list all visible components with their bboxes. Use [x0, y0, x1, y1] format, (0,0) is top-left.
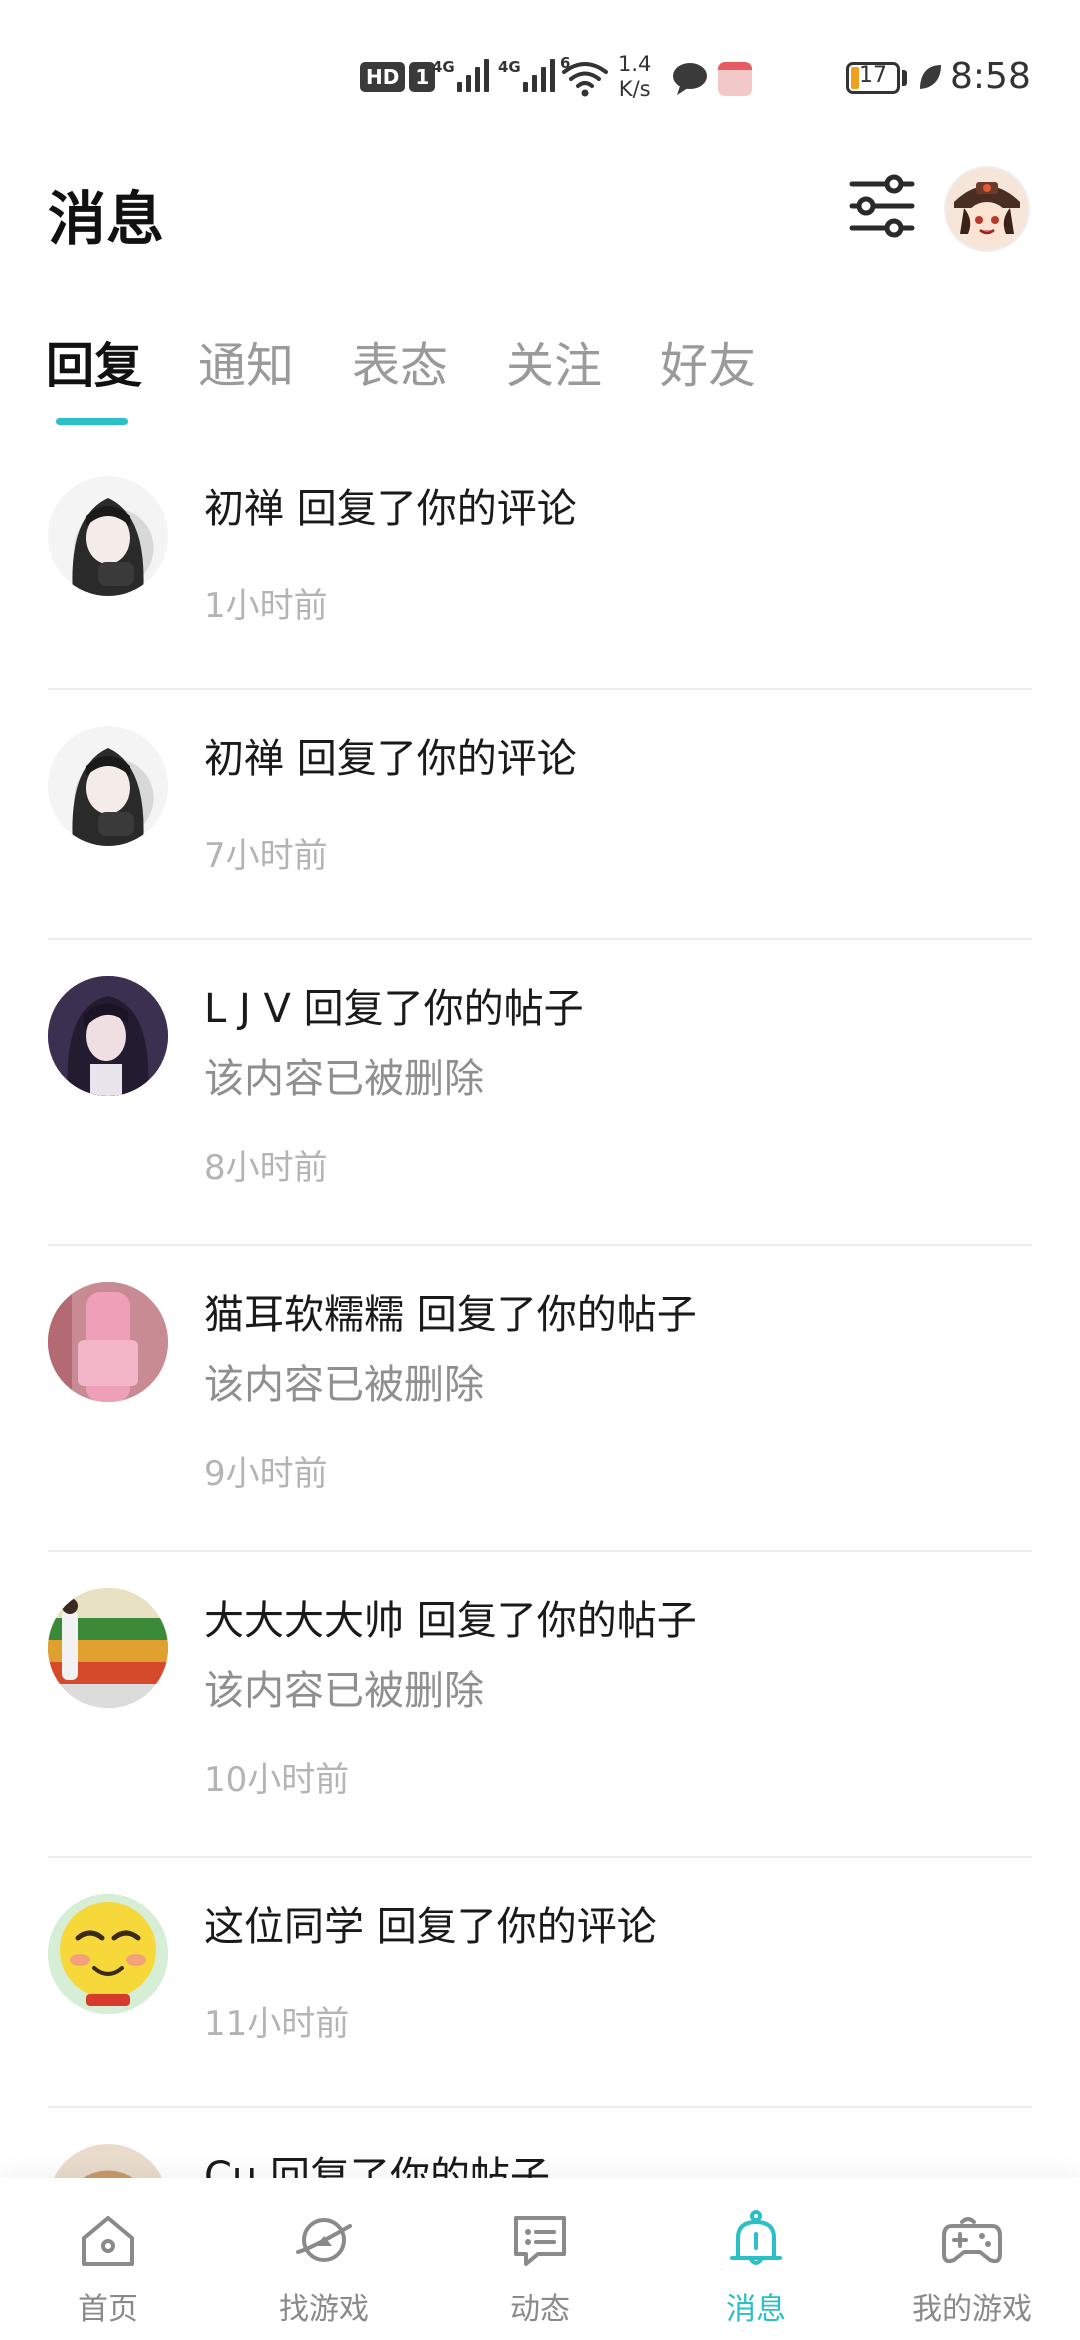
nav-messages[interactable]: 消息 [666, 2178, 846, 2340]
message-title: Cu 回复了你的帖子 [204, 2154, 550, 2178]
message-snippet: 该内容已被删除 [204, 1668, 484, 1714]
battery-level: 17 [859, 63, 887, 88]
message-time: 11小时前 [204, 2004, 350, 2044]
nav-label: 我的游戏 [912, 2292, 1032, 2327]
clock: 8:58 [950, 56, 1031, 97]
planet-icon [292, 2208, 356, 2272]
user-avatar[interactable] [944, 166, 1030, 252]
gamepad-icon [940, 2208, 1004, 2272]
list-item[interactable]: 猫耳软糯糯 回复了你的帖子 该内容已被删除 9小时前 [0, 1246, 1080, 1552]
hd-label: HD [360, 62, 406, 92]
message-title: 猫耳软糯糯 回复了你的帖子 [204, 1292, 697, 1338]
chat-notification-icon [672, 62, 708, 100]
bottom-navigation: 首页 找游戏 动态 消息 我的游戏 [0, 2178, 1080, 2340]
battery-icon: 17 [846, 62, 900, 94]
message-title: 初禅 回复了你的评论 [204, 486, 577, 532]
avatar[interactable] [48, 1588, 168, 1708]
network-speed: 1.4 K/s [618, 52, 651, 102]
wifi-label: 6 [560, 54, 571, 72]
active-tab-indicator [56, 418, 128, 425]
wifi-icon: 6 [560, 54, 610, 102]
nav-label: 动态 [510, 2292, 570, 2327]
avatar[interactable] [48, 726, 168, 846]
leaf-icon [917, 62, 943, 96]
avatar[interactable] [48, 976, 168, 1096]
avatar[interactable] [48, 1894, 168, 2014]
tab-friends[interactable]: 好友 [660, 326, 756, 396]
status-bar: HD 1 4G 4G 6 1.4 K/s 17 8:58 [0, 0, 1080, 160]
avatar[interactable] [48, 2144, 168, 2178]
message-time: 9小时前 [204, 1454, 328, 1494]
app-notification-icon [718, 62, 752, 96]
nav-label: 消息 [726, 2292, 786, 2327]
message-title: 大大大大帅 回复了你的帖子 [204, 1598, 697, 1644]
message-time: 8小时前 [204, 1148, 328, 1188]
hd-indicator: HD 1 [360, 62, 436, 92]
message-tabs: 回复 通知 表态 关注 好友 [0, 326, 1080, 436]
list-item[interactable]: L J V 回复了你的帖子 该内容已被删除 8小时前 [0, 940, 1080, 1246]
nav-label: 找游戏 [279, 2292, 369, 2327]
message-snippet: 该内容已被删除 [204, 1362, 484, 1408]
nav-feed[interactable]: 动态 [450, 2178, 630, 2340]
page-title: 消息 [48, 185, 165, 253]
network-type-label: 4G [432, 58, 455, 76]
avatar[interactable] [48, 1282, 168, 1402]
speed-unit: K/s [618, 77, 651, 101]
battery-tip [902, 70, 907, 86]
nav-home[interactable]: 首页 [18, 2178, 198, 2340]
message-title: 初禅 回复了你的评论 [204, 736, 577, 782]
avatar[interactable] [48, 476, 168, 596]
message-title: L J V 回复了你的帖子 [204, 986, 584, 1032]
tab-follow[interactable]: 关注 [506, 326, 602, 396]
message-snippet: 该内容已被删除 [204, 1056, 484, 1102]
nav-my-games[interactable]: 我的游戏 [882, 2178, 1062, 2340]
list-item[interactable]: 大大大大帅 回复了你的帖子 该内容已被删除 10小时前 [0, 1552, 1080, 1858]
message-time: 7小时前 [204, 836, 328, 876]
sliders-icon[interactable] [848, 172, 916, 240]
tab-reply[interactable]: 回复 [46, 326, 142, 396]
list-item[interactable]: 初禅 回复了你的评论 1小时前 [0, 440, 1080, 690]
speed-value: 1.4 [618, 52, 652, 76]
message-title: 这位同学 回复了你的评论 [204, 1904, 657, 1950]
message-square-icon [508, 2208, 572, 2272]
message-time: 10小时前 [204, 1760, 350, 1800]
network-type-label: 4G [498, 58, 521, 76]
nav-find-games[interactable]: 找游戏 [234, 2178, 414, 2340]
home-icon [76, 2208, 140, 2272]
message-list: 初禅 回复了你的评论 1小时前 初禅 回复了你的评论 7小时前 L J V 回复… [0, 440, 1080, 2178]
signal-icon: 4G [432, 58, 489, 92]
signal-icon: 4G [498, 58, 555, 92]
bell-icon [724, 2208, 788, 2272]
list-item[interactable]: Cu 回复了你的帖子 [0, 2108, 1080, 2178]
nav-label: 首页 [78, 2292, 138, 2327]
tab-notification[interactable]: 通知 [198, 326, 294, 396]
list-item[interactable]: 这位同学 回复了你的评论 11小时前 [0, 1858, 1080, 2108]
tab-reaction[interactable]: 表态 [352, 326, 448, 396]
list-item[interactable]: 初禅 回复了你的评论 7小时前 [0, 690, 1080, 940]
message-time: 1小时前 [204, 586, 328, 626]
